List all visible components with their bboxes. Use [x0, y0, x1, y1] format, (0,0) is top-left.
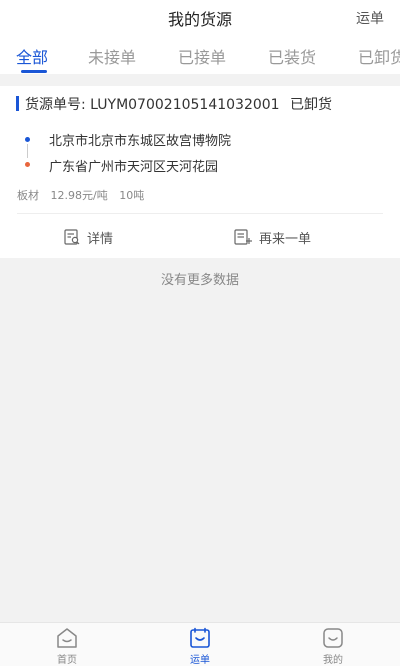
order-number-label: 货源单号: [25, 97, 86, 113]
tab-accepted[interactable]: 已接单 [178, 44, 226, 68]
destination-address: 广东省广州市天河区天河花园 [49, 160, 219, 175]
detail-button[interactable]: 详情 [63, 226, 113, 248]
tabbar-profile[interactable]: 我的 [293, 623, 373, 666]
origin-address: 北京市北京市东城区故宫博物院 [49, 134, 232, 149]
route-connector [27, 144, 28, 158]
reorder-button[interactable]: 再来一单 [233, 226, 311, 248]
profile-icon [323, 628, 343, 648]
order-accent-bar [16, 96, 19, 111]
order-status: 已卸货 [290, 97, 333, 113]
cargo-info: 板材 12.98元/吨 10吨 [17, 187, 152, 203]
destination-dot [25, 162, 30, 167]
tabbar-waybill[interactable]: 运单 [160, 623, 240, 666]
waybill-link[interactable]: 运单 [356, 8, 384, 28]
waybill-icon [190, 627, 210, 648]
tab-not-accepted[interactable]: 未接单 [88, 44, 136, 68]
bottom-tabbar: 首页 运单 我的 [0, 622, 400, 666]
detail-label: 详情 [87, 231, 114, 247]
page-title: 我的货源 [167, 10, 232, 29]
tabbar-home-label: 首页 [57, 655, 77, 666]
card-divider [17, 213, 383, 214]
reorder-label: 再来一单 [259, 231, 312, 247]
tabbar-profile-label: 我的 [323, 655, 343, 666]
cargo-price: 12.98元/吨 [50, 189, 108, 202]
home-icon [57, 628, 77, 648]
tabbar-home[interactable]: 首页 [27, 623, 107, 666]
tab-unloaded[interactable]: 已卸货 [358, 44, 400, 68]
list-end-text: 没有更多数据 [160, 273, 239, 288]
status-tabs: 全部 未接单 已接单 已装货 已卸货 [0, 34, 400, 74]
detail-icon [64, 229, 80, 245]
order-number: LUYM07002105141032001 [90, 97, 280, 113]
order-card[interactable]: 货源单号: LUYM07002105141032001 已卸货 北京市北京市东城… [0, 86, 400, 258]
header: 我的货源 运单 [0, 0, 400, 34]
cargo-weight: 10吨 [119, 189, 145, 202]
tabbar-waybill-label: 运单 [190, 655, 210, 666]
tab-loaded[interactable]: 已装货 [268, 44, 316, 68]
reorder-icon [234, 229, 252, 245]
order-number-row: 货源单号: LUYM07002105141032001 已卸货 [25, 94, 332, 114]
origin-dot [25, 137, 30, 142]
active-tab-indicator [21, 70, 47, 73]
tab-all[interactable]: 全部 [16, 44, 48, 68]
cargo-type: 板材 [17, 189, 39, 202]
